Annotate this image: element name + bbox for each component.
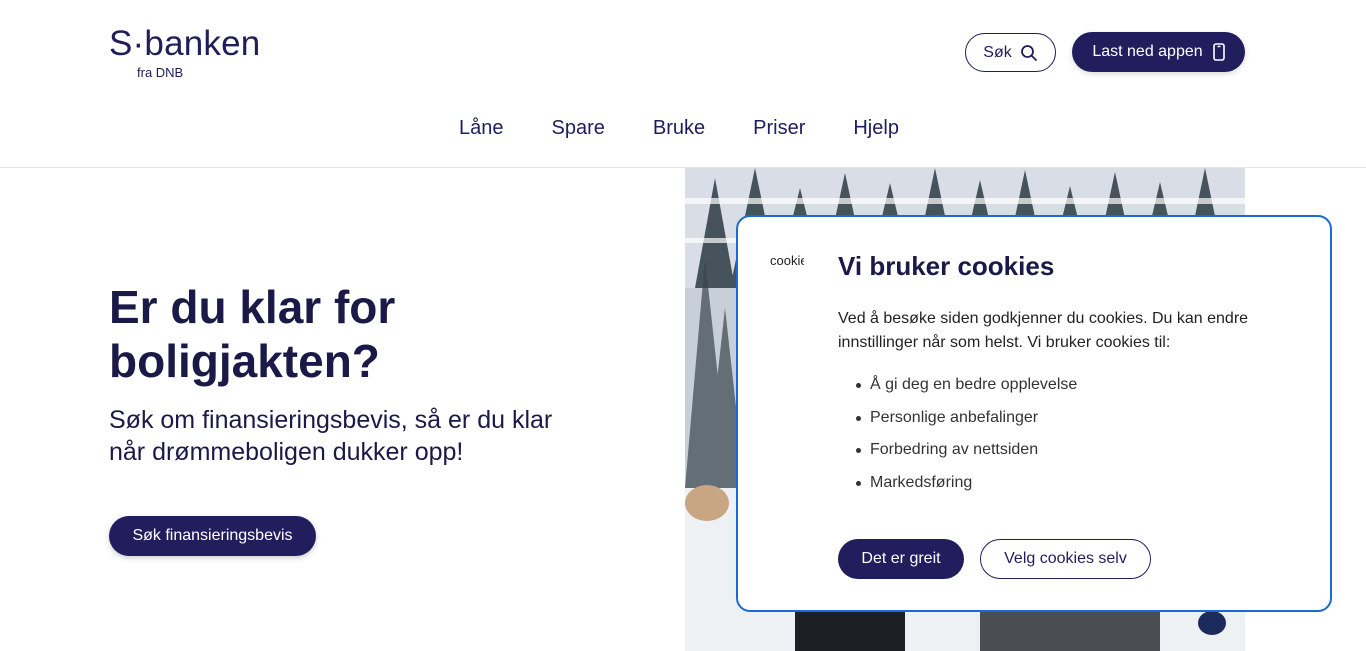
cookie-image: cookie	[770, 253, 804, 268]
search-button[interactable]: Søk	[965, 33, 1056, 72]
cookie-dialog-title: Vi bruker cookies	[838, 251, 1055, 281]
list-item: Forbedring av nettsiden	[838, 434, 1077, 467]
nav-item-lane[interactable]: Låne	[459, 108, 504, 148]
phone-icon	[1212, 43, 1225, 61]
logo-text: S·banken	[109, 24, 261, 63]
sbanken-logo[interactable]: S·banken fra DNB	[109, 24, 269, 82]
nav-item-hjelp[interactable]: Hjelp	[853, 108, 899, 148]
hero-title: Er du klar for boligjakten?	[109, 281, 396, 387]
list-item: Personlige anbefalinger	[838, 402, 1077, 435]
nav-item-bruke[interactable]: Bruke	[653, 108, 705, 148]
search-icon	[1020, 44, 1037, 61]
download-app-button[interactable]: Last ned appen	[1072, 32, 1245, 72]
apply-financing-button[interactable]: Søk finansieringsbevis	[109, 516, 316, 556]
list-item: Markedsføring	[838, 467, 1077, 500]
cookie-dialog-text: Ved å besøke siden godkjenner du cookies…	[838, 310, 1249, 351]
hero-subtitle: Søk om finansieringsbevis, så er du klar…	[109, 406, 553, 466]
cookie-purpose-list: Å gi deg en bedre opplevelse Personlige …	[838, 369, 1077, 499]
search-button-label: Søk	[983, 43, 1012, 61]
choose-cookies-button[interactable]: Velg cookies selv	[980, 539, 1151, 579]
download-app-label: Last ned appen	[1092, 43, 1203, 60]
logo-subtext: fra DNB	[137, 65, 184, 80]
cookie-dialog: cookie Vi bruker cookies Ved å besøke si…	[736, 215, 1332, 612]
nav-item-spare[interactable]: Spare	[552, 108, 605, 148]
accept-cookies-button[interactable]: Det er greit	[838, 539, 964, 579]
nav-item-priser[interactable]: Priser	[753, 108, 805, 148]
list-item: Å gi deg en bedre opplevelse	[838, 369, 1077, 402]
